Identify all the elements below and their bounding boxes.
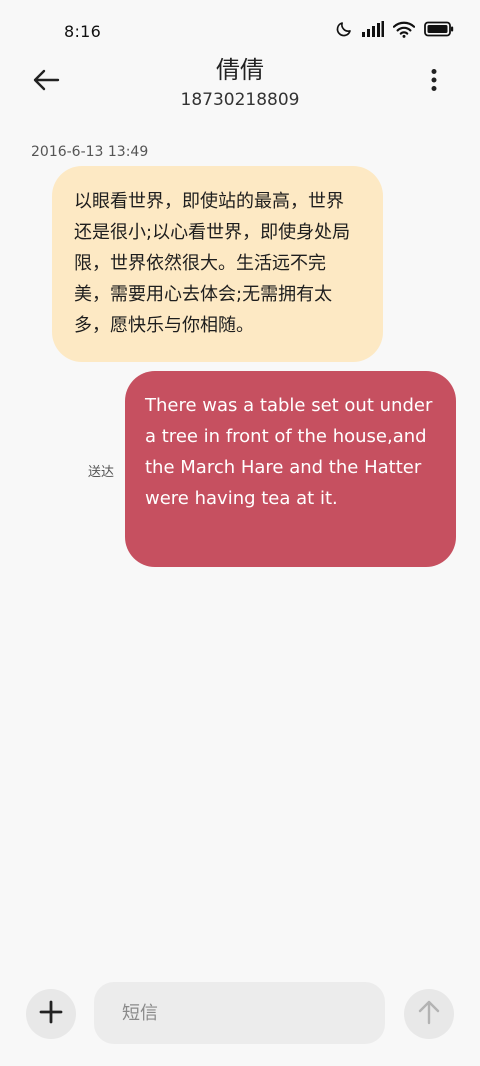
message-timestamp: 2016-6-13 13:49 [31, 144, 149, 160]
wifi-icon [392, 21, 416, 42]
outgoing-message-text: There was a table set out under a tree i… [145, 395, 433, 509]
incoming-message-bubble[interactable]: 以眼看世界，即使站的最高，世界还是很小;以心看世界，即使身处局限，世界依然很大。… [52, 166, 383, 362]
delivery-status: 送达 [88, 465, 115, 480]
incoming-message-text: 以眼看世界，即使站的最高，世界还是很小;以心看世界，即使身处局限，世界依然很大。… [74, 191, 351, 336]
arrow-up-icon [418, 999, 440, 1029]
plus-icon [39, 1000, 63, 1028]
message-composer [0, 978, 480, 1048]
conversation-header: 倩倩 18730218809 [0, 50, 480, 120]
signal-icon [362, 21, 384, 41]
status-time: 8:16 [64, 22, 102, 41]
message-input[interactable] [94, 982, 385, 1044]
contact-title: 倩倩 18730218809 [0, 56, 480, 110]
outgoing-message-bubble[interactable]: There was a table set out under a tree i… [125, 371, 456, 567]
status-icons [335, 20, 454, 42]
send-button[interactable] [404, 989, 454, 1039]
contact-name: 倩倩 [216, 56, 264, 84]
more-options-button[interactable] [416, 64, 452, 100]
moon-icon [335, 20, 353, 42]
add-attachment-button[interactable] [26, 989, 76, 1039]
battery-icon [424, 21, 454, 41]
contact-number: 18730218809 [180, 90, 300, 110]
more-vertical-icon [430, 68, 438, 96]
sms-conversation-screen: 8:16 倩倩 18730218809 2016-6-13 13:49 以眼看世… [0, 0, 480, 1066]
